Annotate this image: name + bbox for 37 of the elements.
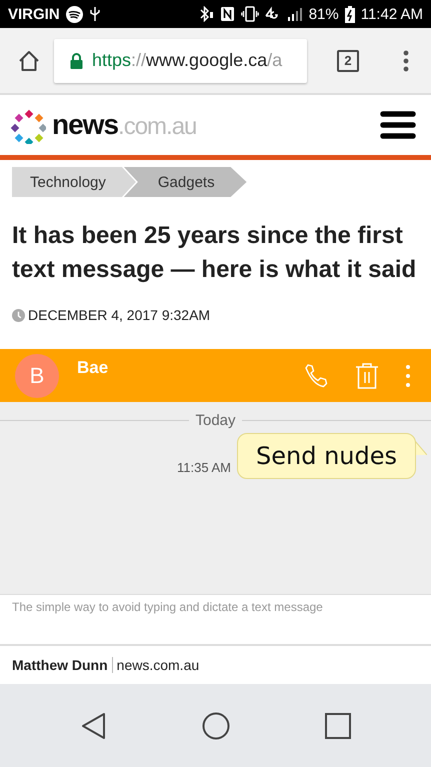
url-text: https://www.google.ca/a <box>92 50 282 71</box>
message-time: 11:35 AM <box>177 460 231 475</box>
trash-icon <box>355 362 379 390</box>
spotify-icon <box>66 6 83 22</box>
tab-count-button[interactable]: 2 <box>337 50 359 72</box>
vibrate-icon <box>240 6 259 22</box>
home-icon <box>17 48 41 72</box>
contact-avatar: B <box>15 354 59 398</box>
contact-name: Bae <box>77 358 108 378</box>
signal-icon <box>286 6 303 22</box>
more-icon <box>405 364 411 388</box>
site-logo[interactable]: news.com.au <box>52 109 196 141</box>
breadcrumb-link[interactable]: Technology <box>12 167 136 197</box>
back-icon <box>80 712 106 740</box>
bluetooth-icon <box>200 6 214 22</box>
author-name: Matthew Dunn <box>12 657 113 673</box>
battery-percent: 81% <box>308 6 339 22</box>
source-name: news.com.au <box>116 657 200 673</box>
article-headline: It has been 25 years since the first text message — here is what it said <box>12 221 418 285</box>
battery-icon <box>344 6 355 22</box>
usb-icon <box>88 6 101 22</box>
lock-icon <box>70 52 83 68</box>
home-icon <box>202 712 230 740</box>
publish-date: DECEMBER 4, 2017 9:32AM <box>28 307 210 323</box>
address-bar[interactable]: https://www.google.ca/a <box>54 38 307 82</box>
breadcrumb-link[interactable]: Gadgets <box>124 167 247 197</box>
phone-icon <box>303 362 329 388</box>
menu-icon <box>380 110 416 140</box>
carrier-name: VIRGIN <box>8 6 60 22</box>
bubble-tail <box>415 441 427 455</box>
recents-icon <box>324 712 350 738</box>
image-caption: The simple way to avoid typing and dictate a text message <box>0 594 431 646</box>
day-divider-label: Today <box>195 412 236 429</box>
clock-icon <box>12 308 25 322</box>
clock: 11:42 AM <box>360 6 423 22</box>
nfc-icon <box>220 6 235 22</box>
menu-icon <box>403 50 409 72</box>
